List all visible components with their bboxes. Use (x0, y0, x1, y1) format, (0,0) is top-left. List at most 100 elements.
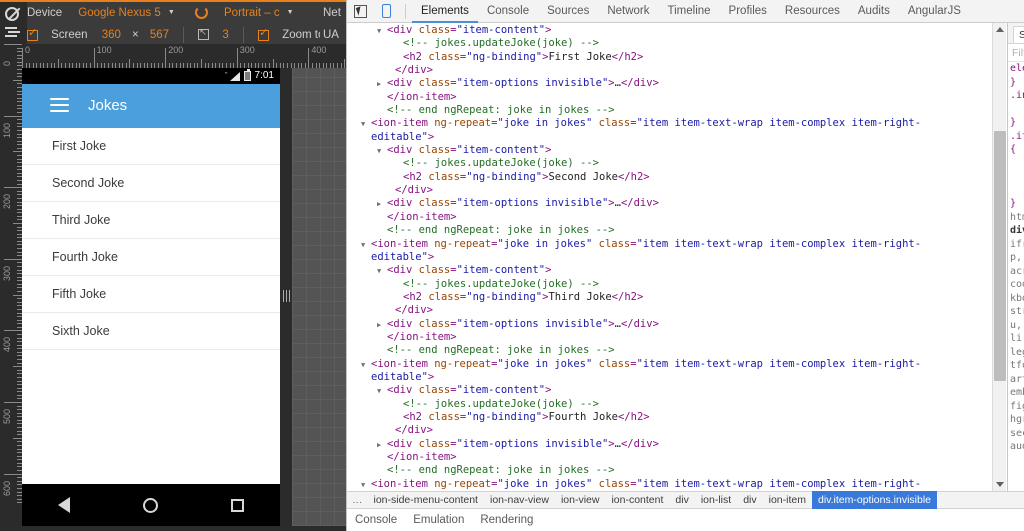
dom-node-line[interactable]: ▶<div class="item-options invisible">…</… (347, 77, 1007, 90)
rotate-icon[interactable] (195, 6, 208, 19)
dom-node-line[interactable]: ▼<div class="item-content"> (347, 384, 1007, 397)
dom-node-line[interactable]: ▼<div class="item-content"> (347, 264, 1007, 277)
breadcrumb-item[interactable]: … (347, 491, 368, 509)
scrollbar-thumb[interactable] (994, 131, 1006, 381)
dom-node-line[interactable]: <!-- end ngRepeat: joke in jokes --> (347, 224, 1007, 237)
device-resize-handle[interactable] (280, 68, 292, 526)
tab-elements[interactable]: Elements (412, 0, 478, 23)
dom-node-line[interactable]: editable"> (347, 251, 1007, 264)
dom-tree-scrollbar[interactable] (992, 23, 1006, 491)
dom-node-line[interactable]: </ion-item> (347, 91, 1007, 104)
breadcrumb-item[interactable]: ion-side-menu-content (368, 491, 484, 509)
breadcrumb-item[interactable]: ion-item (763, 491, 812, 509)
list-item[interactable]: Sixth Joke (22, 313, 280, 350)
dom-node-line[interactable]: ▶<div class="item-options invisible">…</… (347, 197, 1007, 210)
expand-arrow-closed-icon[interactable]: ▶ (377, 78, 387, 91)
dom-node-line[interactable]: <!-- jokes.updateJoke(joke) --> (347, 398, 1007, 411)
network-throttle-icon[interactable] (5, 26, 22, 43)
expand-arrow-open-icon[interactable]: ▼ (377, 25, 387, 38)
dom-node-line[interactable]: <h2 class="ng-binding">Second Joke</h2> (347, 171, 1007, 184)
tab-profiles[interactable]: Profiles (720, 0, 776, 23)
tab-console[interactable]: Console (478, 0, 538, 23)
dom-node-line[interactable]: ▼<div class="item-content"> (347, 144, 1007, 157)
dom-node-line[interactable]: <!-- jokes.updateJoke(joke) --> (347, 157, 1007, 170)
dom-tree[interactable]: ▼<div class="item-content"><!-- jokes.up… (347, 23, 1007, 491)
dom-node-line[interactable]: </ion-item> (347, 451, 1007, 464)
emulated-device-screen[interactable]: " 7:01 Jokes First JokeSecond JokeThird … (22, 68, 280, 526)
expand-arrow-open-icon[interactable]: ▼ (361, 239, 371, 252)
dom-node-line[interactable]: <h2 class="ng-binding">First Joke</h2> (347, 51, 1007, 64)
net-label[interactable]: Net (320, 2, 346, 24)
drawer-tab-emulation[interactable]: Emulation (405, 509, 472, 531)
expand-arrow-open-icon[interactable]: ▼ (361, 479, 371, 491)
expand-arrow-open-icon[interactable]: ▼ (377, 265, 387, 278)
dom-node-line[interactable]: ▶<div class="item-options invisible">…</… (347, 438, 1007, 451)
tab-audits[interactable]: Audits (849, 0, 899, 23)
dom-node-line[interactable]: </div> (347, 424, 1007, 437)
breadcrumb-item[interactable]: ion-nav-view (484, 491, 555, 509)
android-home-icon[interactable] (143, 498, 158, 513)
list-item[interactable]: Fifth Joke (22, 276, 280, 313)
dom-node-line[interactable]: </div> (347, 304, 1007, 317)
drawer-tab-console[interactable]: Console (347, 509, 405, 531)
dom-node-line[interactable]: <!-- jokes.updateJoke(joke) --> (347, 278, 1007, 291)
no-entry-icon[interactable] (5, 7, 22, 24)
tab-angularjs[interactable]: AngularJS (899, 0, 970, 23)
tab-resources[interactable]: Resources (776, 0, 849, 23)
zoom-to-fit-checkbox[interactable] (258, 30, 269, 41)
dom-node-line[interactable]: ▼<ion-item ng-repeat="joke in jokes" cla… (347, 238, 1007, 251)
dom-node-line[interactable]: <!-- end ngRepeat: joke in jokes --> (347, 464, 1007, 477)
device-pixel-ratio-icon[interactable] (198, 29, 209, 40)
scroll-up-icon[interactable] (996, 27, 1004, 32)
dom-node-line[interactable]: </div> (347, 64, 1007, 77)
breadcrumb-item[interactable]: div.item-options.invisible (812, 491, 937, 509)
expand-arrow-closed-icon[interactable]: ▶ (377, 198, 387, 211)
expand-arrow-open-icon[interactable]: ▼ (361, 359, 371, 372)
dom-node-line[interactable]: <h2 class="ng-binding">Fourth Joke</h2> (347, 411, 1007, 424)
dom-node-line[interactable]: editable"> (347, 131, 1007, 144)
dom-node-line[interactable]: ▼<ion-item ng-repeat="joke in jokes" cla… (347, 478, 1007, 491)
dom-node-line[interactable]: <h2 class="ng-binding">Third Joke</h2> (347, 291, 1007, 304)
android-recents-icon[interactable] (231, 499, 244, 512)
breadcrumb-item[interactable]: ion-list (695, 491, 737, 509)
list-item[interactable]: First Joke (22, 128, 280, 165)
dom-node-line[interactable]: ▼<ion-item ng-repeat="joke in jokes" cla… (347, 358, 1007, 371)
list-item[interactable]: Second Joke (22, 165, 280, 202)
screen-width-input[interactable]: 360 (102, 24, 121, 46)
expand-arrow-open-icon[interactable]: ▼ (361, 118, 371, 131)
android-back-icon[interactable] (58, 497, 70, 513)
expand-arrow-open-icon[interactable]: ▼ (377, 145, 387, 158)
dom-node-line[interactable]: </div> (347, 184, 1007, 197)
dom-node-line[interactable]: <!-- jokes.updateJoke(joke) --> (347, 37, 1007, 50)
breadcrumb-item[interactable]: div (737, 491, 762, 509)
tab-sources[interactable]: Sources (538, 0, 598, 23)
tab-styles[interactable]: St (1013, 26, 1024, 43)
dom-node-line[interactable]: <!-- end ngRepeat: joke in jokes --> (347, 344, 1007, 357)
screen-height-input[interactable]: 567 (150, 24, 169, 46)
dom-node-line[interactable]: <!-- end ngRepeat: joke in jokes --> (347, 104, 1007, 117)
list-item[interactable]: Third Joke (22, 202, 280, 239)
styles-filter-input[interactable]: Filt (1008, 44, 1024, 62)
breadcrumb-item[interactable]: div (669, 491, 694, 509)
expand-arrow-open-icon[interactable]: ▼ (377, 385, 387, 398)
tab-timeline[interactable]: Timeline (659, 0, 720, 23)
tab-network[interactable]: Network (598, 0, 658, 23)
dom-node-line[interactable]: editable"> (347, 371, 1007, 384)
scroll-down-icon[interactable] (996, 482, 1004, 487)
dom-node-line[interactable]: ▼<ion-item ng-repeat="joke in jokes" cla… (347, 117, 1007, 130)
ua-label[interactable]: UA (320, 24, 346, 46)
drawer-tab-rendering[interactable]: Rendering (472, 509, 541, 531)
breadcrumb-item[interactable]: ion-view (555, 491, 606, 509)
dom-node-line[interactable]: </ion-item> (347, 211, 1007, 224)
breadcrumb-item[interactable]: ion-content (605, 491, 669, 509)
device-toolbar-icon[interactable] (373, 0, 399, 22)
expand-arrow-closed-icon[interactable]: ▶ (377, 319, 387, 332)
dom-node-line[interactable]: ▶<div class="item-options invisible">…</… (347, 318, 1007, 331)
list-item[interactable]: Fourth Joke (22, 239, 280, 276)
inspect-element-icon[interactable] (347, 0, 373, 22)
device-select[interactable]: Google Nexus 5 (78, 2, 176, 24)
device-pixel-ratio-value[interactable]: 3 (222, 24, 228, 46)
screen-checkbox[interactable] (27, 30, 38, 41)
dom-node-line[interactable]: ▼<div class="item-content"> (347, 24, 1007, 37)
hamburger-menu-icon[interactable] (50, 98, 69, 113)
